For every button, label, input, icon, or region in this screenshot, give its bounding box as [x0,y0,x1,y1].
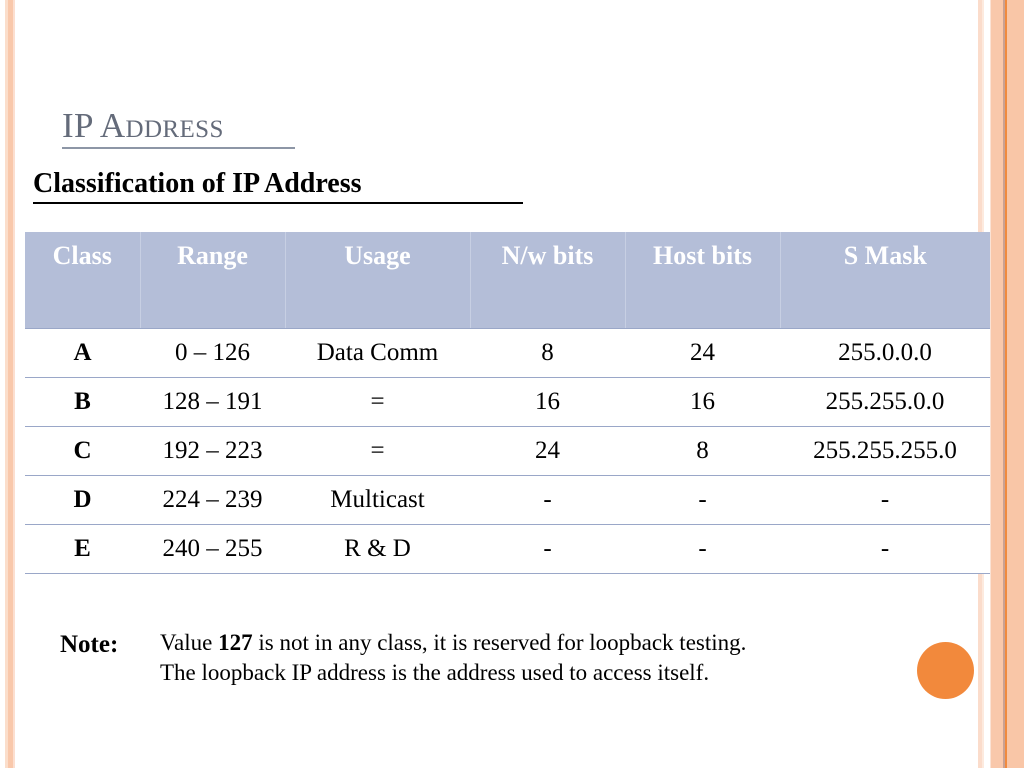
table-row: D 224 – 239 Multicast - - - [25,475,990,525]
table-header-row: Class Range Usage N/w bits Host bits S M… [25,232,990,329]
note-line1-before: Value [160,630,219,655]
note-line2: The loopback IP address is the address u… [160,660,710,686]
cell-class: B [25,377,140,427]
table-row: B 128 – 191 = 16 16 255.255.0.0 [25,377,990,427]
note-line1-after: is not in any class, it is reserved for … [252,630,747,655]
cell-range: 240 – 255 [140,524,285,574]
right-edge-stripe-4 [991,0,1003,768]
column-header-s-mask: S Mask [780,232,990,329]
cell-nw-bits: - [470,524,625,574]
cell-nw-bits: 24 [470,426,625,476]
column-header-host-bits: Host bits [625,232,781,329]
cell-s-mask: - [780,475,990,525]
table-row: C 192 – 223 = 24 8 255.255.255.0 [25,426,990,476]
column-header-nw-bits: N/w bits [470,232,626,329]
cell-nw-bits: 16 [470,377,625,427]
table-body: A 0 – 126 Data Comm 8 24 255.0.0.0 B 128… [25,328,990,574]
cell-usage: = [285,377,470,427]
page-title: IP Address [62,106,224,145]
ip-class-table-wrapper: Class Range Usage N/w bits Host bits S M… [25,232,990,574]
cell-host-bits: - [625,475,780,525]
slide-canvas: IP Address Classification of IP Address … [0,0,1024,768]
cell-host-bits: - [625,524,780,574]
cell-range: 0 – 126 [140,328,285,378]
cell-range: 224 – 239 [140,475,285,525]
cell-nw-bits: - [470,475,625,525]
table-row: E 240 – 255 R & D - - - [25,524,990,574]
cell-s-mask: 255.255.0.0 [780,377,990,427]
cell-s-mask: - [780,524,990,574]
cell-host-bits: 16 [625,377,780,427]
note-block: Note: Value 127 is not in any class, it i… [60,628,746,689]
note-label: Note: [60,631,119,658]
column-header-usage: Usage [285,232,471,329]
cell-usage: Data Comm [285,328,470,378]
cell-s-mask: 255.255.255.0 [780,426,990,476]
cell-range: 128 – 191 [140,377,285,427]
cell-nw-bits: 8 [470,328,625,378]
note-text: Value 127 is not in any class, it is res… [160,628,746,689]
cell-usage: = [285,426,470,476]
cell-class: C [25,426,140,476]
ip-class-table: Class Range Usage N/w bits Host bits S M… [25,232,990,574]
right-edge-stripe-6 [1007,0,1024,768]
orange-circle-decoration [917,642,974,699]
cell-range: 192 – 223 [140,426,285,476]
column-header-range: Range [140,232,286,329]
page-title-underline [62,147,295,149]
cell-usage: R & D [285,524,470,574]
page-subtitle: Classification of IP Address [33,168,362,199]
cell-class: D [25,475,140,525]
cell-class: A [25,328,140,378]
table-row: A 0 – 126 Data Comm 8 24 255.0.0.0 [25,328,990,378]
cell-host-bits: 24 [625,328,780,378]
column-header-class: Class [25,232,141,329]
left-edge-stripe-3 [13,0,15,768]
cell-host-bits: 8 [625,426,780,476]
cell-usage: Multicast [285,475,470,525]
note-highlight-value: 127 [218,630,253,655]
page-subtitle-underline [33,202,523,204]
cell-s-mask: 255.0.0.0 [780,328,990,378]
cell-class: E [25,524,140,574]
table-header: Class Range Usage N/w bits Host bits S M… [25,232,990,329]
